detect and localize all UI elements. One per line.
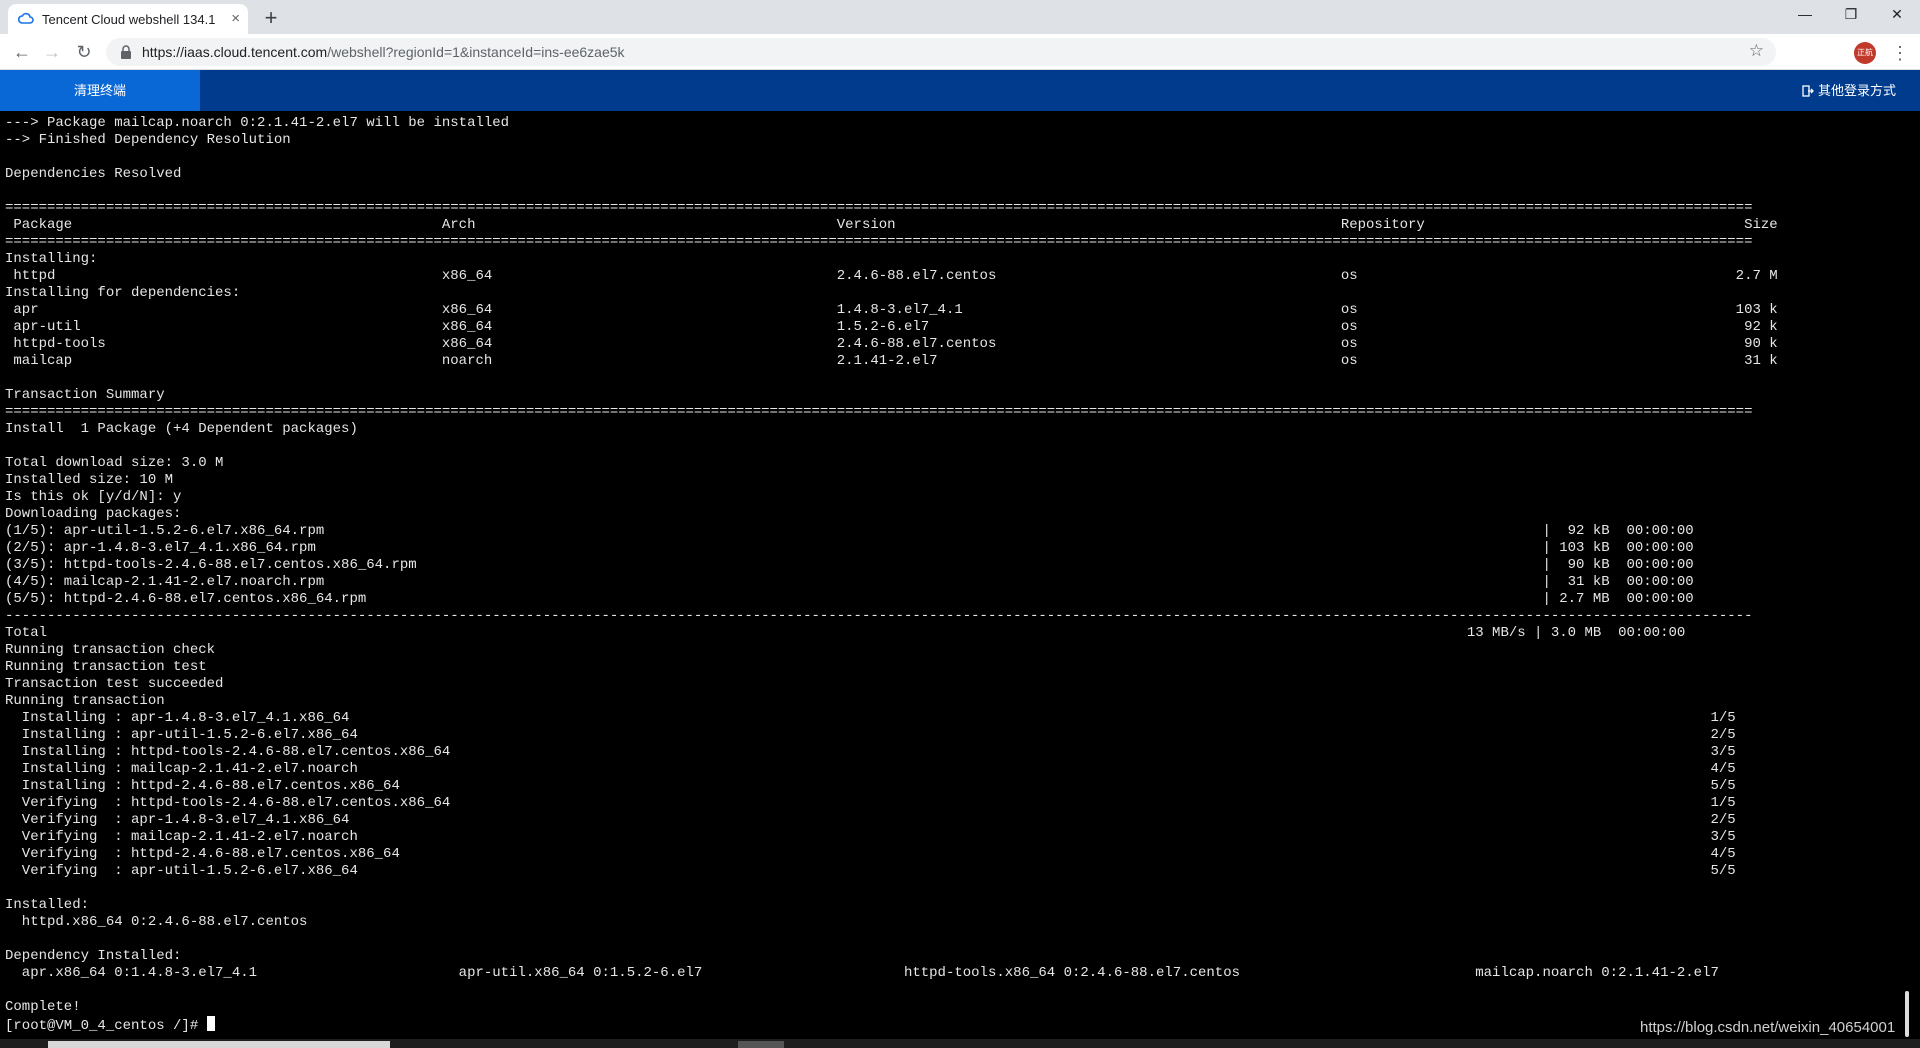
- terminal-line: (3/5): httpd-tools-2.4.6-88.el7.centos.x…: [5, 557, 1694, 573]
- terminal-line: Dependency Installed:: [5, 948, 182, 964]
- terminal-line: Total download size: 3.0 M: [5, 455, 224, 471]
- minimize-window-button[interactable]: —: [1782, 0, 1828, 30]
- terminal-cursor: [206, 1016, 215, 1031]
- terminal-line: Installed size: 10 M: [5, 472, 174, 488]
- terminal-line: Running transaction check: [5, 642, 216, 658]
- terminal-output: ---> Package mailcap.noarch 0:2.1.41-2.e…: [5, 115, 1778, 1034]
- terminal-line: (5/5): httpd-2.4.6-88.el7.centos.x86_64.…: [5, 591, 1694, 607]
- terminal-line: ---> Package mailcap.noarch 0:2.1.41-2.e…: [5, 115, 510, 131]
- terminal-line: Transaction test succeeded: [5, 676, 224, 692]
- other-login-label: 其他登录方式: [1817, 83, 1896, 98]
- webshell-header: 清理终端 其他登录方式: [0, 70, 1920, 111]
- terminal-line: httpd.x86_64 0:2.4.6-88.el7.centos: [5, 914, 308, 930]
- terminal-line: Verifying : httpd-tools-2.4.6-88.el7.cen…: [5, 795, 1736, 811]
- address-bar[interactable]: https://iaas.cloud.tencent.com/webshell?…: [106, 38, 1776, 66]
- terminal-line: ----------------------------------------…: [5, 608, 1753, 624]
- terminal-line: Downloading packages:: [5, 506, 182, 522]
- terminal-line: Package Arch Version Repository Size: [5, 217, 1778, 233]
- url-host: https://iaas.cloud.tencent.com: [142, 44, 328, 60]
- terminal-line: Installing : apr-1.4.8-3.el7_4.1.x86_64: [5, 710, 1736, 726]
- browser-tab-bar: Tencent Cloud webshell 134.1 × + — ❐ ✕: [0, 0, 1920, 34]
- terminal-line: Running transaction test: [5, 659, 207, 675]
- terminal-line: (1/5): apr-util-1.5.2-6.el7.x86_64.rpm |…: [5, 523, 1694, 539]
- prompt-text: [root@VM_0_4_centos /]#: [5, 1018, 207, 1034]
- restore-window-button[interactable]: ❐: [1828, 0, 1874, 30]
- cloud-icon: [18, 12, 34, 24]
- terminal-line: Installed:: [5, 897, 90, 913]
- bookmark-star-icon[interactable]: ☆: [1749, 41, 1764, 61]
- terminal-line: (4/5): mailcap-2.1.41-2.el7.noarch.rpm |…: [5, 574, 1694, 590]
- lock-icon: [121, 45, 131, 59]
- taskbar-item[interactable]: [48, 1041, 390, 1048]
- terminal-line: Installing : apr-util-1.5.2-6.el7.x86_64: [5, 727, 1736, 743]
- terminal-line: ========================================…: [5, 234, 1753, 250]
- terminal-line: mailcap noarch 2.1.41-2.el7 os 31 k: [5, 353, 1778, 369]
- terminal-line: Installing : httpd-2.4.6-88.el7.centos.x…: [5, 778, 1736, 794]
- terminal-line: Dependencies Resolved: [5, 166, 182, 182]
- switch-login-icon: [1802, 84, 1814, 97]
- terminal-line: Total 13 MB/s | 3.0 MB 00:00:00: [5, 625, 1686, 641]
- terminal-line: Installing : mailcap-2.1.41-2.el7.noarch: [5, 761, 1736, 777]
- terminal-line: httpd x86_64 2.4.6-88.el7.centos os 2.7 …: [5, 268, 1778, 284]
- terminal-line: Installing : httpd-tools-2.4.6-88.el7.ce…: [5, 744, 1736, 760]
- close-tab-icon[interactable]: ×: [231, 10, 240, 28]
- url-path: /webshell?regionId=1&instanceId=ins-ee6z…: [327, 44, 625, 60]
- new-tab-button[interactable]: +: [258, 6, 284, 32]
- reload-icon[interactable]: ↻: [72, 40, 96, 64]
- terminal-line: Installing:: [5, 251, 98, 267]
- terminal-line: Installing for dependencies:: [5, 285, 241, 301]
- terminal-line: Running transaction: [5, 693, 165, 709]
- profile-avatar[interactable]: 正航: [1854, 42, 1876, 64]
- back-arrow-icon[interactable]: ←: [10, 40, 34, 64]
- forward-arrow-icon[interactable]: →: [40, 40, 64, 64]
- terminal-line: httpd-tools x86_64 2.4.6-88.el7.centos o…: [5, 336, 1778, 352]
- terminal-line: apr x86_64 1.4.8-3.el7_4.1 os 103 k: [5, 302, 1778, 318]
- terminal-line: Verifying : apr-util-1.5.2-6.el7.x86_64: [5, 863, 1736, 879]
- terminal-line: ========================================…: [5, 200, 1753, 216]
- browser-toolbar: ← → ↻ https://iaas.cloud.tencent.com/web…: [0, 34, 1920, 70]
- other-login-button[interactable]: 其他登录方式: [1802, 70, 1896, 111]
- terminal-line: Transaction Summary: [5, 387, 165, 403]
- close-window-button[interactable]: ✕: [1874, 0, 1920, 30]
- terminal-line: apr-util x86_64 1.5.2-6.el7 os 92 k: [5, 319, 1778, 335]
- terminal-line: apr.x86_64 0:1.4.8-3.el7_4.1 apr-util.x8…: [5, 965, 1719, 981]
- terminal-line: Is this ok [y/d/N]: y: [5, 489, 182, 505]
- tab-title: Tencent Cloud webshell 134.1: [42, 11, 216, 27]
- terminal-line: Verifying : mailcap-2.1.41-2.el7.noarch: [5, 829, 1736, 845]
- terminal-prompt: [root@VM_0_4_centos /]#: [5, 1016, 1778, 1034]
- terminal-line: (2/5): apr-1.4.8-3.el7_4.1.x86_64.rpm | …: [5, 540, 1694, 556]
- watermark: https://blog.csdn.net/weixin_40654001: [1640, 1019, 1896, 1036]
- terminal-scrollbar[interactable]: [1905, 991, 1909, 1037]
- browser-tab[interactable]: Tencent Cloud webshell 134.1 ×: [8, 4, 248, 34]
- terminal-line: ========================================…: [5, 404, 1753, 420]
- browser-menu-icon[interactable]: ⋮: [1890, 40, 1910, 66]
- clear-terminal-button[interactable]: 清理终端: [0, 70, 200, 111]
- terminal[interactable]: ---> Package mailcap.noarch 0:2.1.41-2.e…: [0, 111, 1920, 1039]
- terminal-line: Verifying : apr-1.4.8-3.el7_4.1.x86_64 2…: [5, 812, 1736, 828]
- terminal-line: Complete!: [5, 999, 81, 1015]
- terminal-line: --> Finished Dependency Resolution: [5, 132, 291, 148]
- terminal-line: Verifying : httpd-2.4.6-88.el7.centos.x8…: [5, 846, 1736, 862]
- taskbar-item[interactable]: [738, 1041, 784, 1048]
- terminal-line: Install 1 Package (+4 Dependent packages…: [5, 421, 358, 437]
